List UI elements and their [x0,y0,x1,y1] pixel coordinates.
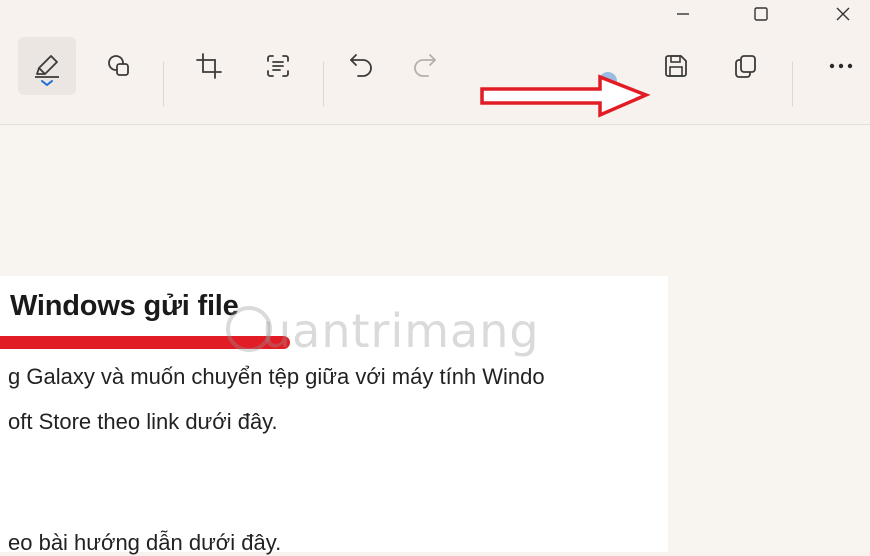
minimize-icon [677,13,689,15]
document-title: Windows gửi file [10,290,239,322]
shapes-button[interactable] [90,37,148,95]
undo-button[interactable] [333,37,391,95]
undo-icon [350,54,372,77]
text-actions-button[interactable] [249,37,307,95]
document-line: oft Store theo link dưới đây. [8,409,278,434]
toolbar [0,28,870,125]
close-button[interactable] [820,0,866,28]
title-bar [0,0,870,28]
redo-button[interactable] [395,37,453,95]
copy-icon [735,55,756,78]
toolbar-separator [163,62,164,106]
document-line: g Galaxy và muốn chuyển tệp giữa với máy… [8,364,545,389]
more-button[interactable] [812,37,870,95]
capture-canvas: Windows gửi file uantrimang g Galaxy và … [0,125,870,555]
save-icon [665,55,687,77]
shapes-icon [108,55,129,76]
more-icon [829,63,853,69]
toolbar-separator [323,62,324,106]
highlighter-icon [35,55,59,86]
document-line: eo bài hướng dẫn dưới đây. [8,530,282,555]
toolbar-separator [792,62,793,106]
text-actions-icon [267,55,289,77]
maximize-icon [754,7,768,21]
maximize-button[interactable] [738,0,784,28]
red-arrow-icon [480,72,651,118]
copy-button[interactable] [716,37,774,95]
crop-button[interactable] [180,37,238,95]
minimize-button[interactable] [660,0,706,28]
save-button[interactable] [647,37,705,95]
redo-icon [414,54,436,77]
close-icon [836,7,850,21]
highlighter-button[interactable] [18,37,76,95]
crop-icon [196,53,222,79]
watermark-text: uantrimang [262,304,540,358]
captured-document: Windows gửi file uantrimang g Galaxy và … [0,276,668,552]
